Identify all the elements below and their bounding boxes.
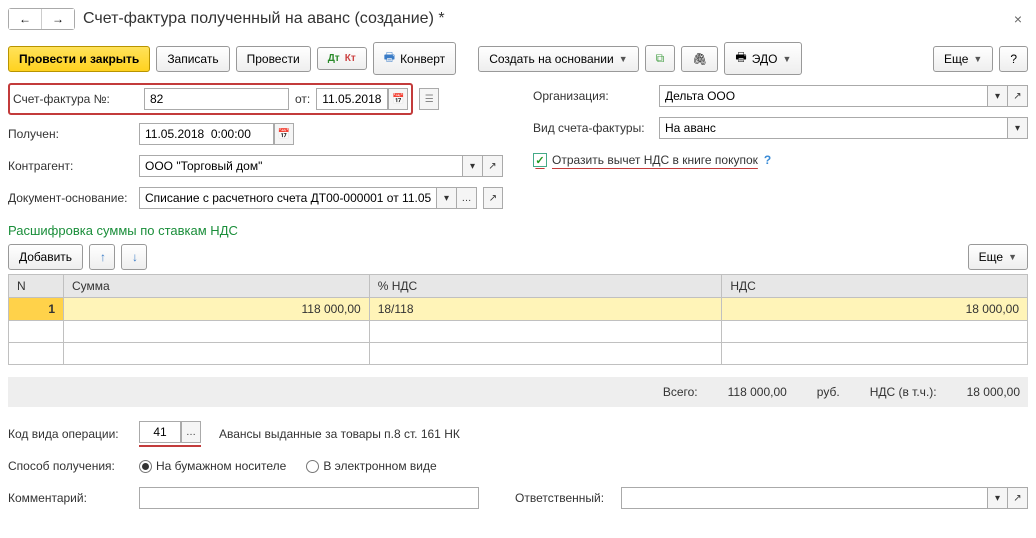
- main-toolbar: Провести и закрыть Записать Провести ДтК…: [8, 42, 1028, 75]
- page-title: Счет-фактура полученный на аванс (создан…: [83, 10, 445, 28]
- col-n: N: [9, 275, 64, 298]
- counterparty-input[interactable]: [139, 155, 463, 177]
- col-sum: Сумма: [64, 275, 370, 298]
- received-label: Получен:: [8, 127, 133, 141]
- printer-icon: 🖶: [735, 48, 746, 69]
- help-button[interactable]: ?: [999, 46, 1028, 72]
- show-icon[interactable]: ☰: [419, 88, 439, 110]
- tree-icon: ⧉: [656, 51, 665, 66]
- table-more-button[interactable]: Еще▼: [968, 244, 1028, 270]
- close-button[interactable]: ×: [1008, 11, 1028, 27]
- add-row-button[interactable]: Добавить: [8, 244, 83, 270]
- dropdown-icon[interactable]: ▾: [1008, 117, 1028, 139]
- method-paper-radio[interactable]: На бумажном носителе: [139, 459, 286, 473]
- dtkt-button[interactable]: ДтКт: [317, 47, 367, 70]
- calendar-icon[interactable]: 📅: [388, 88, 408, 110]
- op-code-label: Код вида операции:: [8, 427, 133, 441]
- chevron-down-icon: ▼: [973, 54, 982, 64]
- org-input[interactable]: [659, 85, 988, 107]
- chevron-down-icon: ▼: [1008, 252, 1017, 262]
- table-row[interactable]: [9, 343, 1028, 365]
- vat-book-checkbox[interactable]: ✓: [533, 153, 547, 167]
- post-and-close-button[interactable]: Провести и закрыть: [8, 46, 150, 72]
- org-label: Организация:: [533, 89, 653, 103]
- col-rate: % НДС: [369, 275, 722, 298]
- type-label: Вид счета-фактуры:: [533, 121, 653, 135]
- structure-button[interactable]: ⧉: [645, 45, 676, 72]
- nav-arrows: ← →: [8, 8, 75, 30]
- counterparty-label: Контрагент:: [8, 159, 133, 173]
- totals-bar: Всего: 118 000,00 руб. НДС (в т.ч.): 18 …: [8, 377, 1028, 407]
- vat-book-checkbox-row: ✓ Отразить вычет НДС в книге покупок: [533, 153, 758, 167]
- calendar-icon[interactable]: 📅: [274, 123, 294, 145]
- nav-fwd-button[interactable]: →: [42, 9, 74, 29]
- table-row[interactable]: 1 118 000,00 18/118 18 000,00: [9, 298, 1028, 321]
- dropdown-icon[interactable]: ▾: [437, 187, 457, 209]
- create-based-button[interactable]: Создать на основании▼: [478, 46, 638, 72]
- edo-button[interactable]: 🖶ЭДО▼: [724, 42, 802, 75]
- attach-button[interactable]: 🖇: [681, 46, 718, 72]
- received-input[interactable]: [139, 123, 274, 145]
- vat-table: N Сумма % НДС НДС 1 118 000,00 18/118 18…: [8, 274, 1028, 365]
- basis-input[interactable]: [139, 187, 437, 209]
- save-button[interactable]: Записать: [156, 46, 229, 72]
- move-down-button[interactable]: ↓: [121, 244, 147, 270]
- print-convert-button[interactable]: 🖶Конверт: [373, 42, 456, 75]
- open-icon[interactable]: ↗: [483, 187, 503, 209]
- invoice-number-label: Счет-фактура №:: [13, 92, 138, 106]
- help-icon[interactable]: ?: [764, 153, 771, 167]
- open-icon[interactable]: ↗: [483, 155, 503, 177]
- date-from-label: от:: [295, 92, 310, 106]
- basis-label: Документ-основание:: [8, 191, 133, 205]
- method-label: Способ получения:: [8, 459, 133, 473]
- chevron-down-icon: ▼: [782, 54, 791, 64]
- vat-book-label: Отразить вычет НДС в книге покупок: [552, 153, 758, 167]
- select-icon[interactable]: …: [181, 421, 201, 443]
- dropdown-icon[interactable]: ▾: [463, 155, 483, 177]
- open-icon[interactable]: ↗: [1008, 85, 1028, 107]
- chevron-down-icon: ▼: [619, 54, 628, 64]
- nav-back-button[interactable]: ←: [9, 9, 42, 29]
- invoice-date-input[interactable]: [316, 88, 388, 110]
- type-input[interactable]: [659, 117, 1008, 139]
- responsible-input[interactable]: [621, 487, 988, 509]
- vat-breakdown-title: Расшифровка суммы по ставкам НДС: [8, 223, 1028, 238]
- clip-icon: 🖇: [692, 52, 707, 66]
- responsible-label: Ответственный:: [515, 491, 615, 505]
- printer-icon: 🖶: [384, 48, 395, 69]
- method-elec-radio[interactable]: В электронном виде: [306, 459, 436, 473]
- comment-label: Комментарий:: [8, 491, 133, 505]
- op-code-input[interactable]: [139, 421, 181, 443]
- comment-input[interactable]: [139, 487, 479, 509]
- invoice-number-input[interactable]: [144, 88, 289, 110]
- open-icon[interactable]: ↗: [1008, 487, 1028, 509]
- col-vat: НДС: [722, 275, 1028, 298]
- dropdown-icon[interactable]: ▾: [988, 85, 1008, 107]
- more-button[interactable]: Еще▼: [933, 46, 993, 72]
- post-button[interactable]: Провести: [236, 46, 311, 72]
- table-row[interactable]: [9, 321, 1028, 343]
- select-icon[interactable]: …: [457, 187, 477, 209]
- move-up-button[interactable]: ↑: [89, 244, 115, 270]
- op-code-desc: Авансы выданные за товары п.8 ст. 161 НК: [219, 427, 460, 441]
- dropdown-icon[interactable]: ▾: [988, 487, 1008, 509]
